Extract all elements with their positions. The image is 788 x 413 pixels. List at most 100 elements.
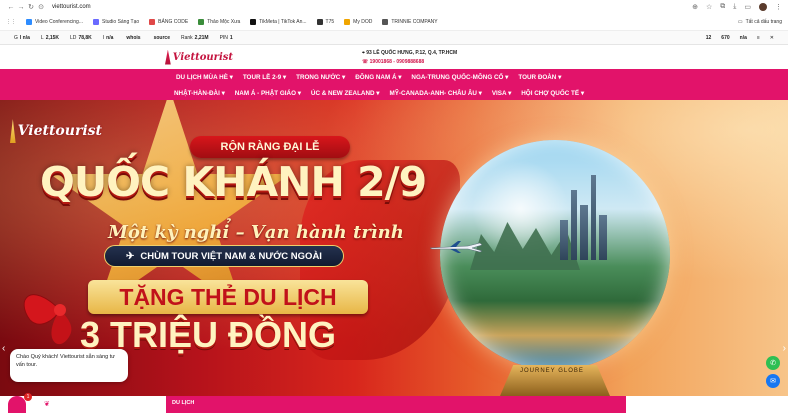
globe-stand-text: JOURNEY GLOBE <box>520 368 584 374</box>
bookmark-favicon-icon <box>250 19 257 25</box>
nav-menu-item[interactable]: NGA-TRUNG QUỐC-MÔNG CỔ ▾ <box>406 74 513 81</box>
forward-icon[interactable]: → <box>16 4 26 11</box>
section-header-bar: DU LỊCH <box>166 396 626 413</box>
nav-menu-item[interactable]: VISA ▾ <box>487 90 516 97</box>
phone-icon: ☏ <box>362 59 370 65</box>
nav-menu-item[interactable]: DU LỊCH MÙA HÈ ▾ <box>171 74 238 81</box>
nav-menu-label: VISA <box>491 89 507 97</box>
airliner-graphic <box>429 241 483 253</box>
bookmark-item[interactable]: BẢNG CODE <box>149 19 188 25</box>
zoom-icon[interactable]: ⊕ <box>692 3 698 11</box>
site-logo[interactable]: Viettourist <box>165 48 233 66</box>
download-icon[interactable]: ⤓ <box>733 3 736 11</box>
bookmark-item[interactable]: Video Conferencing... <box>26 19 83 25</box>
bookmark-label: TRINNIE COMPANY <box>391 19 438 25</box>
skyline-tower <box>571 190 577 260</box>
seo-right-metrics: 12 670 n/a ≡ ✕ <box>706 35 774 41</box>
seo-metric[interactable]: whois <box>124 35 140 41</box>
reload-icon[interactable]: ↻ <box>26 3 36 11</box>
seo-metric[interactable]: source <box>152 35 170 41</box>
chevron-down-icon: ▾ <box>295 89 301 97</box>
chat-greeting-bubble[interactable]: Chào Quý khách! Viettourist sẵn sàng tư … <box>10 349 128 382</box>
chevron-down-icon: ▾ <box>374 89 380 97</box>
profile-avatar[interactable] <box>759 3 767 11</box>
chat-widget-avatar[interactable] <box>8 396 26 413</box>
nav-menu-label: NGA-TRUNG QUỐC-MÔNG CỔ <box>411 73 504 81</box>
logo-text: Viettourist <box>172 51 233 63</box>
bookmark-item[interactable]: Studio Sáng Tạo <box>93 19 139 25</box>
nav-menu-item[interactable]: TOUR ĐOÀN ▾ <box>513 74 566 81</box>
nav-menu-item[interactable]: NHẬT-HÀN-ĐÀI ▾ <box>169 90 230 97</box>
bookmark-item[interactable]: My DOD <box>344 19 372 25</box>
floating-phone-icon[interactable]: ✆ <box>766 356 780 370</box>
seo-metric[interactable]: GI n/a <box>14 35 30 41</box>
nav-menu-label: HỘI CHỢ QUỐC TẾ <box>521 89 580 97</box>
chevron-down-icon: ▾ <box>476 89 482 97</box>
nav-menu-item[interactable]: TOUR LỄ 2-9 ▾ <box>238 74 291 81</box>
seo-close-icon[interactable]: ✕ <box>770 35 774 41</box>
chevron-down-icon: ▾ <box>503 73 509 81</box>
nav-menu-label: DU LỊCH MÙA HÈ <box>176 73 228 81</box>
chevron-down-icon: ▾ <box>556 73 562 81</box>
bookmark-item[interactable]: TikMeta | TikTok An... <box>250 19 307 25</box>
all-bookmarks[interactable]: ▭ Tất cả dấu trang <box>738 19 782 25</box>
extensions-icon[interactable]: ⧉ <box>720 3 725 11</box>
bookmark-label: TikMeta | TikTok An... <box>259 19 307 25</box>
nav-menu-item[interactable]: HỘI CHỢ QUỐC TẾ ▾ <box>516 90 589 97</box>
sidepanel-icon[interactable]: ▭ <box>744 3 751 11</box>
bookmark-item[interactable]: T75 <box>316 19 334 25</box>
seo-metric-value: n/a <box>106 34 114 41</box>
bookmark-item[interactable]: Thảo Mộc Xưa <box>198 19 240 25</box>
nav-menu-label: ĐÔNG NAM Á <box>355 73 397 81</box>
hero-subtitle: Một kỳ nghỉ – Vạn hành trình <box>108 222 404 243</box>
seo-metric-key: PIN <box>219 34 228 41</box>
nav-menu-item[interactable]: ÚC & NEW ZEALAND ▾ <box>306 90 385 97</box>
seo-menu-icon[interactable]: ≡ <box>757 35 760 41</box>
seo-metric-key: LD <box>70 34 77 41</box>
nav-row-2: NHẬT-HÀN-ĐÀI ▾ NAM Á - PHẬT GIÁO ▾ ÚC & NE… <box>0 85 788 101</box>
hotline-text[interactable]: 19001868 - 0909888688 <box>370 59 425 65</box>
back-icon[interactable]: ← <box>6 4 16 11</box>
carousel-next-icon[interactable]: › <box>783 343 786 354</box>
apps-icon[interactable]: ⋮⋮ <box>6 19 16 25</box>
nav-menu-item[interactable]: TRONG NƯỚC ▾ <box>291 74 350 81</box>
hero-tour-banner-text: CHÙM TOUR VIỆT NAM & NƯỚC NGOÀI <box>140 250 322 262</box>
seo-metric[interactable]: In/a <box>103 35 114 41</box>
gift-card-ribbon: TẶNG THẺ DU LỊCH <box>88 280 368 314</box>
airplane-icon: ✈ <box>126 250 135 262</box>
seo-metric[interactable]: PIN 1 <box>220 35 233 41</box>
bookmark-favicon-icon <box>316 19 323 25</box>
bookmark-item[interactable]: TRINNIE COMPANY <box>382 19 438 25</box>
site-info-icon[interactable]: ⊙ <box>36 3 46 11</box>
nav-menu-label: TRONG NƯỚC <box>296 73 341 81</box>
bookmark-star-icon[interactable]: ☆ <box>706 3 712 11</box>
hero-logo-mark-icon <box>10 119 16 143</box>
carousel-prev-icon[interactable]: ‹ <box>2 343 5 354</box>
nav-menu-label: ÚC & NEW ZEALAND <box>310 89 375 97</box>
gift-amount: 3 TRIỆU ĐỒNG <box>80 314 337 355</box>
address-bar[interactable]: viettourist.com <box>52 4 692 10</box>
seo-right-value[interactable]: 12 <box>706 35 712 41</box>
hero-title: QUỐC KHÁNH 2/9 <box>40 158 427 206</box>
floating-messenger-icon[interactable]: ✉ <box>766 374 780 388</box>
seo-right-value[interactable]: 670 <box>721 35 729 41</box>
hero-pill: RỘN RÀNG ĐẠI LỄ <box>190 136 350 158</box>
seo-metric[interactable]: L 2,15K <box>41 35 59 41</box>
seo-metric[interactable]: LD 78,8K <box>70 35 92 41</box>
nav-menu-item[interactable]: NAM Á - PHẬT GIÁO ▾ <box>230 90 306 97</box>
site-header: Viettourist ⌖ 93 LÊ QUỐC HƯNG, P.12, Q.4… <box>0 45 788 69</box>
seo-metric-value: 1 <box>229 34 233 41</box>
seo-right-value[interactable]: n/a <box>740 35 747 41</box>
nav-menu-label: NHẬT-HÀN-ĐÀI <box>174 89 220 97</box>
address-text: 93 LÊ QUỐC HƯNG, P.12, Q.4, TP.HCM <box>366 50 458 56</box>
chevron-down-icon: ▾ <box>579 89 585 97</box>
chevron-down-icon: ▾ <box>340 73 346 81</box>
seo-metric[interactable]: Rank 2,21M <box>181 35 209 41</box>
bookmark-label: Studio Sáng Tạo <box>102 19 140 25</box>
logo-mark-icon <box>165 49 171 65</box>
nav-menu-item[interactable]: MỸ-CANADA-ANH- CHÂU ÂU ▾ <box>384 90 486 97</box>
chevron-down-icon: ▾ <box>396 73 402 81</box>
nav-menu-item[interactable]: ĐÔNG NAM Á ▾ <box>350 74 406 81</box>
menu-icon[interactable]: ⋮ <box>775 3 782 11</box>
bow-icon: ❦ <box>44 401 50 408</box>
